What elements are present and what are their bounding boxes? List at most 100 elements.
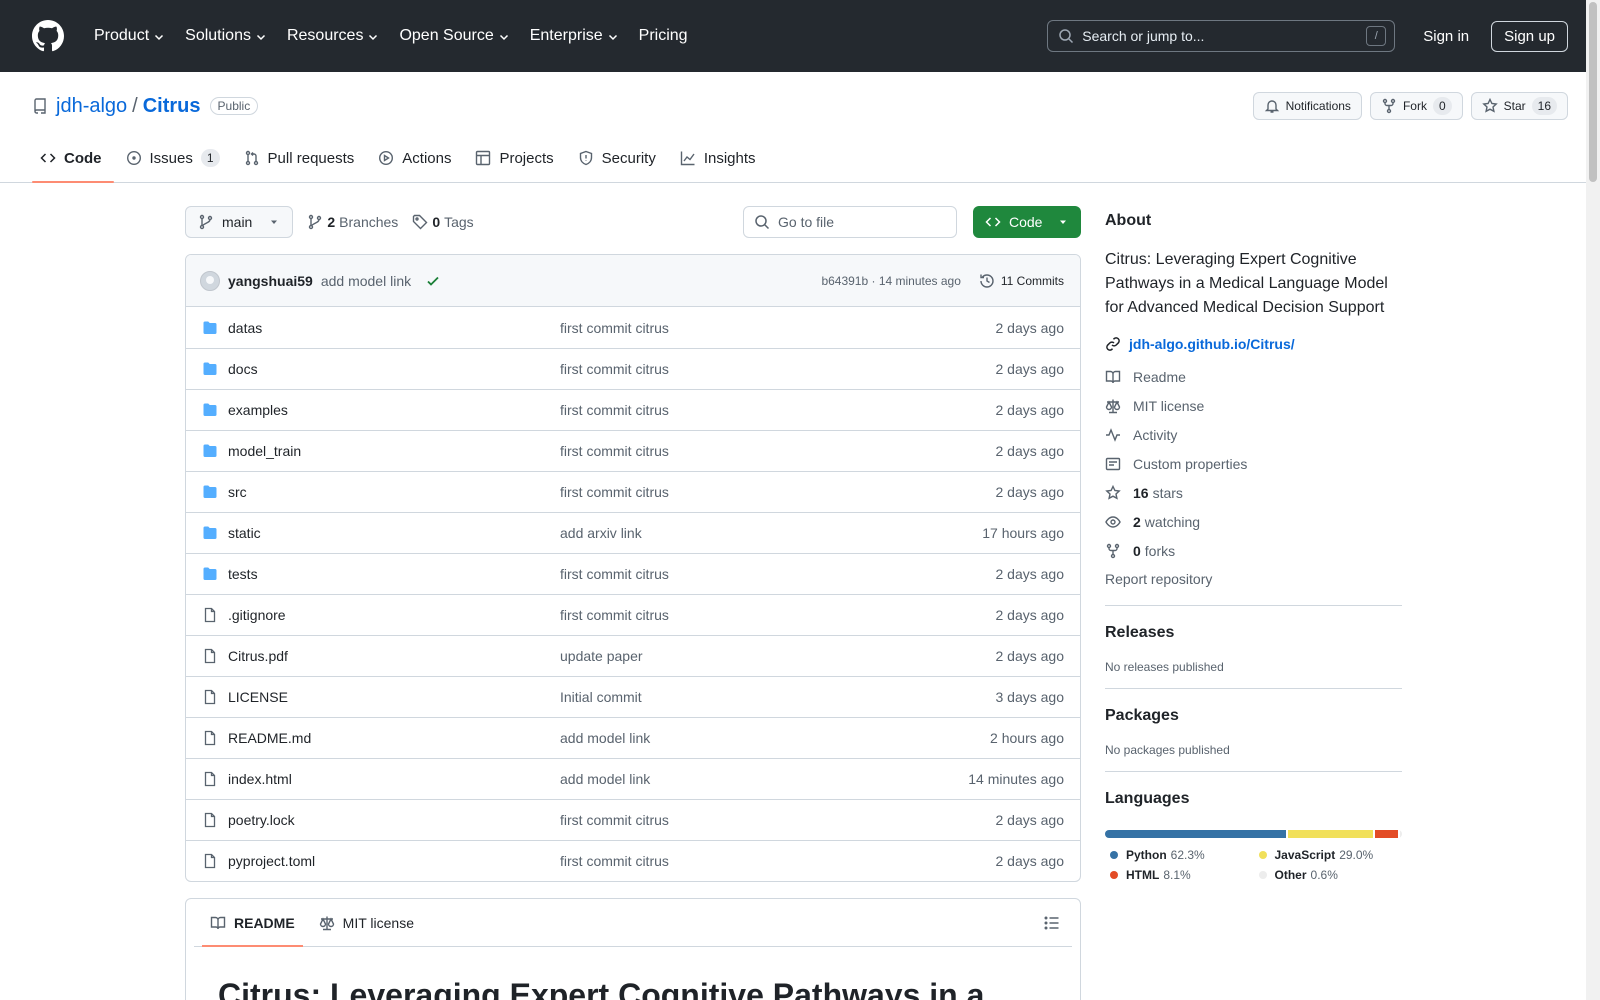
file-commit-message[interactable]: first commit citrus	[560, 402, 996, 418]
code-dropdown-button[interactable]: Code	[973, 206, 1081, 238]
file-commit-message[interactable]: add model link	[560, 771, 968, 787]
file-row[interactable]: pyproject.toml first commit citrus 2 days …	[186, 840, 1080, 881]
nav-solutions[interactable]: Solutions	[177, 21, 275, 51]
file-row[interactable]: poetry.lock first commit citrus 2 days ago	[186, 799, 1080, 840]
commits-history-link[interactable]: 11 Commits	[979, 273, 1064, 289]
homepage-link[interactable]: jdh-algo.github.io/Citrus/	[1105, 336, 1402, 352]
github-logo-icon[interactable]	[32, 20, 64, 52]
file-commit-message[interactable]: update paper	[560, 648, 996, 664]
language-item[interactable]: JavaScript 29.0%	[1254, 848, 1403, 862]
file-name[interactable]: index.html	[228, 771, 560, 787]
file-commit-message[interactable]: first commit citrus	[560, 443, 996, 459]
tab-license[interactable]: MIT license	[311, 899, 422, 946]
commit-author[interactable]: yangshuai59	[228, 273, 313, 289]
file-row[interactable]: Citrus.pdf update paper 2 days ago	[186, 635, 1080, 676]
report-repository-link[interactable]: Report repository	[1105, 567, 1402, 591]
nav-open-source[interactable]: Open Source	[391, 21, 517, 51]
branch-selector[interactable]: main	[185, 206, 294, 238]
file-commit-message[interactable]: Initial commit	[560, 689, 996, 705]
commit-message[interactable]: add model link	[321, 273, 411, 289]
nav-pricing[interactable]: Pricing	[631, 21, 696, 51]
file-commit-message[interactable]: add arxiv link	[560, 525, 982, 541]
tab-pull-requests[interactable]: Pull requests	[236, 134, 367, 182]
file-commit-message[interactable]: first commit citrus	[560, 566, 996, 582]
file-name[interactable]: datas	[228, 320, 560, 336]
file-commit-message[interactable]: first commit citrus	[560, 320, 996, 336]
file-name[interactable]: .gitignore	[228, 607, 560, 623]
file-name[interactable]: model_train	[228, 443, 560, 459]
nav-enterprise[interactable]: Enterprise	[522, 21, 627, 51]
releases-title[interactable]: Releases	[1105, 624, 1402, 642]
language-item[interactable]: Other 0.6%	[1254, 868, 1403, 882]
file-row[interactable]: static add arxiv link 17 hours ago	[186, 512, 1080, 553]
file-commit-message[interactable]: first commit citrus	[560, 853, 996, 869]
tab-actions[interactable]: Actions	[370, 134, 463, 182]
file-name[interactable]: docs	[228, 361, 560, 377]
tab-issues[interactable]: Issues 1	[118, 134, 232, 182]
language-item[interactable]: HTML 8.1%	[1105, 868, 1254, 882]
file-name[interactable]: README.md	[228, 730, 560, 746]
file-commit-message[interactable]: first commit citrus	[560, 607, 996, 623]
tags-link[interactable]: 0 Tags	[412, 214, 474, 230]
sign-in-link[interactable]: Sign in	[1423, 28, 1469, 45]
file-name[interactable]: examples	[228, 402, 560, 418]
custom-properties-link[interactable]: Custom properties	[1105, 449, 1402, 478]
commit-meta[interactable]: b64391b · 14 minutes ago	[821, 274, 960, 288]
file-name[interactable]: tests	[228, 566, 560, 582]
fork-button[interactable]: Fork 0	[1369, 92, 1463, 120]
page-scrollbar[interactable]	[1586, 0, 1600, 1000]
file-name[interactable]: poetry.lock	[228, 812, 560, 828]
file-row[interactable]: src first commit citrus 2 days ago	[186, 471, 1080, 512]
file-row[interactable]: tests first commit citrus 2 days ago	[186, 553, 1080, 594]
packages-title[interactable]: Packages	[1105, 707, 1402, 725]
tab-insights[interactable]: Insights	[672, 134, 768, 182]
global-search-input[interactable]: Search or jump to... /	[1047, 20, 1396, 52]
activity-link-label: Activity	[1133, 426, 1178, 443]
file-row[interactable]: examples first commit citrus 2 days ago	[186, 389, 1080, 430]
file-row[interactable]: docs first commit citrus 2 days ago	[186, 348, 1080, 389]
file-name[interactable]: LICENSE	[228, 689, 560, 705]
star-button[interactable]: Star 16	[1470, 92, 1568, 120]
watching-link[interactable]: 2 watching	[1105, 507, 1402, 536]
file-row[interactable]: datas first commit citrus 2 days ago	[186, 307, 1080, 348]
file-row[interactable]: .gitignore first commit citrus 2 days ago	[186, 594, 1080, 635]
language-item[interactable]: Python 62.3%	[1105, 848, 1254, 862]
nav-product[interactable]: Product	[86, 21, 173, 51]
repo-name-link[interactable]: Citrus	[143, 95, 201, 118]
repo-owner-link[interactable]: jdh-algo	[56, 95, 127, 118]
file-commit-message[interactable]: first commit citrus	[560, 812, 996, 828]
file-commit-message[interactable]: add model link	[560, 730, 990, 746]
check-icon[interactable]	[425, 273, 441, 289]
license-link[interactable]: MIT license	[1105, 391, 1402, 420]
forks-link[interactable]: 0 forks	[1105, 536, 1402, 565]
file-row[interactable]: index.html add model link 14 minutes ago	[186, 758, 1080, 799]
nav-resources[interactable]: Resources	[279, 21, 387, 51]
tab-code[interactable]: Code	[32, 134, 114, 183]
tab-readme[interactable]: README	[202, 899, 303, 947]
sign-up-button[interactable]: Sign up	[1491, 20, 1568, 52]
branches-link[interactable]: 2 Branches	[307, 214, 398, 230]
file-row[interactable]: LICENSE Initial commit 3 days ago	[186, 676, 1080, 717]
file-name[interactable]: Citrus.pdf	[228, 648, 560, 664]
file-row[interactable]: model_train first commit citrus 2 days ago	[186, 430, 1080, 471]
activity-link[interactable]: Activity	[1105, 420, 1402, 449]
file-name[interactable]: src	[228, 484, 560, 500]
go-to-file-input[interactable]: Go to file	[743, 206, 957, 238]
readme-link[interactable]: Readme	[1105, 362, 1402, 391]
scrollbar-thumb[interactable]	[1589, 2, 1597, 182]
file-commit-message[interactable]: first commit citrus	[560, 484, 996, 500]
table-icon	[476, 150, 491, 166]
stars-link[interactable]: 16 stars	[1105, 478, 1402, 507]
file-row[interactable]: README.md add model link 2 hours ago	[186, 717, 1080, 758]
avatar[interactable]	[200, 270, 220, 291]
file-commit-message[interactable]: first commit citrus	[560, 361, 996, 377]
file-name[interactable]: static	[228, 525, 560, 541]
language-color-dot	[1258, 871, 1267, 879]
file-name[interactable]: pyproject.toml	[228, 853, 560, 869]
tab-security[interactable]: Security	[570, 134, 668, 182]
table-of-contents-button[interactable]	[1044, 899, 1064, 946]
tab-projects[interactable]: Projects	[467, 134, 565, 182]
issues-count: 1	[200, 149, 220, 167]
packages-note: No packages published	[1105, 743, 1230, 757]
notifications-button[interactable]: Notifications	[1252, 92, 1362, 120]
